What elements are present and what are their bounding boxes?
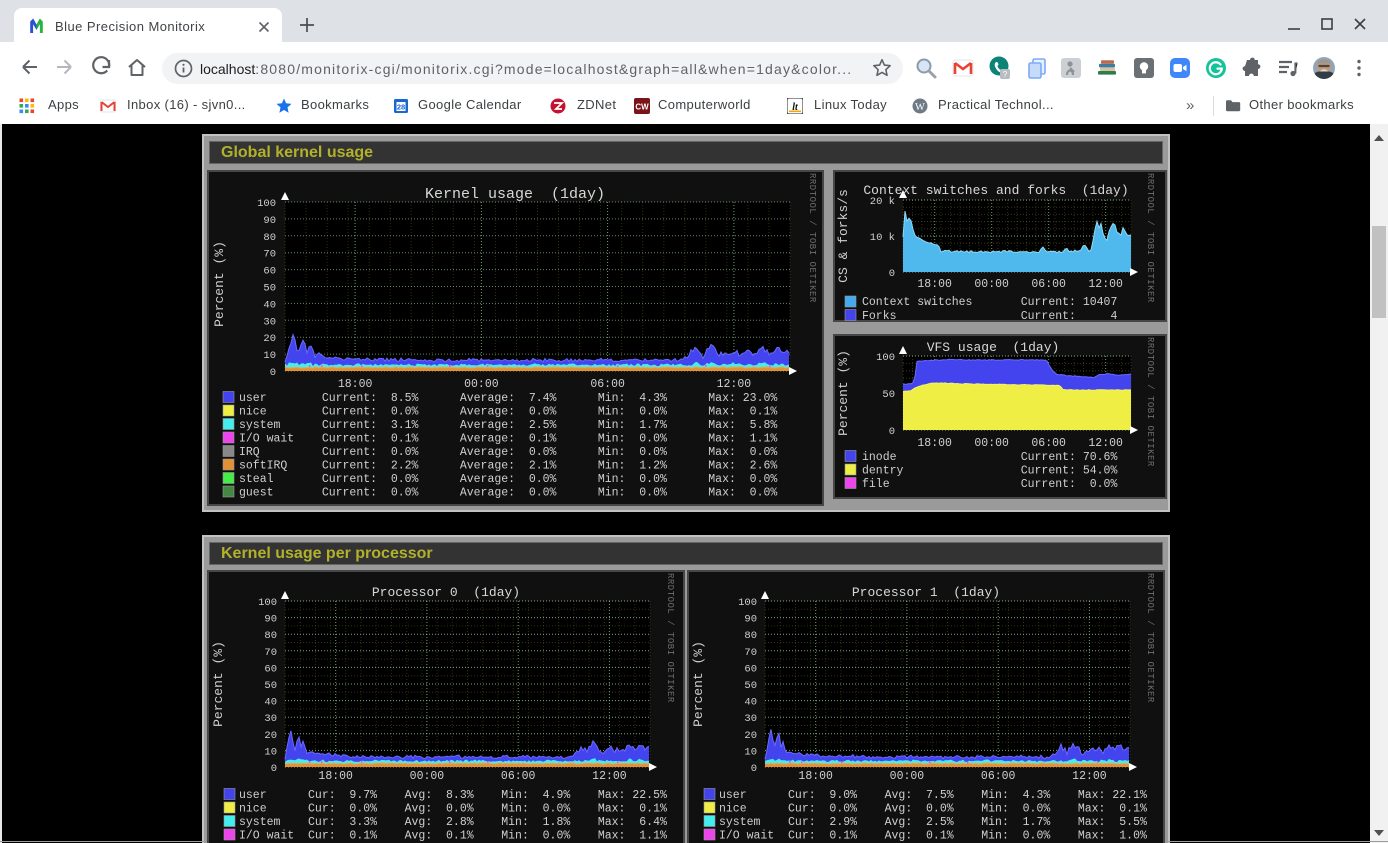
svg-text:18:00: 18:00 [338,378,373,391]
svg-text:inode Current: inode Current: 70.6% [862,451,1117,464]
svg-text:30: 30 [744,713,757,725]
svg-text:50: 50 [264,680,277,692]
svg-text:00:00: 00:00 [464,378,499,391]
svg-text:06:00: 06:00 [501,770,536,783]
svg-text:100: 100 [876,352,895,364]
svg-text:nice Current: 0.0%: nice Current: 0.0% Average: 0.0% Min: 0.… [239,406,777,419]
svg-text:50: 50 [882,389,895,401]
svg-text:60: 60 [744,663,757,675]
svg-text:12:00: 12:00 [1088,278,1123,291]
svg-text:Kernel usage (1day): Kernel usage (1day) [425,186,605,203]
svg-text:CW: CW [635,103,649,112]
svg-text:Percent (%): Percent (%) [212,241,227,327]
svg-text:VFS usage (1day): VFS usage (1day) [927,340,1060,355]
svg-text:50: 50 [263,283,276,295]
svg-text:00:00: 00:00 [410,770,445,783]
svg-text:RRDTOOL / TOBI OETIKER: RRDTOOL / TOBI OETIKER [807,173,817,303]
svg-text:system Cur: 3.3% Avg:: system Cur: 3.3% Avg: 2.8% Min: 1.8% Max… [239,816,667,829]
svg-text:90: 90 [744,614,757,626]
svg-text:RRDTOOL / TOBI OETIKER: RRDTOOL / TOBI OETIKER [1145,573,1155,703]
svg-text:0: 0 [889,268,895,280]
svg-text:softIRQ Current: 2.2%: softIRQ Current: 2.2% Average: 2.1% Min:… [239,460,777,473]
svg-text:80: 80 [744,630,757,642]
svg-text:Percent (%): Percent (%) [211,641,226,727]
svg-text:0: 0 [270,367,276,379]
svg-text:12:00: 12:00 [1072,770,1107,783]
svg-text:dentry Current: dentry Current: 54.0% [862,465,1117,478]
svg-text:Percent (%): Percent (%) [836,350,851,436]
svg-text:0: 0 [271,763,277,775]
svg-text:CS & forks/s: CS & forks/s [836,189,851,283]
svg-text:12:00: 12:00 [1088,437,1123,450]
svg-text:10 k: 10 k [870,232,895,244]
svg-text:90: 90 [263,215,276,227]
svg-text:06:00: 06:00 [981,770,1016,783]
svg-text:20 k: 20 k [870,196,895,208]
svg-text:18:00: 18:00 [798,770,833,783]
svg-text:60: 60 [263,266,276,278]
svg-text:12:00: 12:00 [592,770,627,783]
svg-text:Context switches and forks (1: Context switches and forks (1day) [863,183,1128,198]
svg-text:user Cur: 9.7% Avg:: user Cur: 9.7% Avg: 8.3% Min: 4.9% Max: … [239,789,667,802]
svg-text:file Current: file Current: 0.0% [862,478,1117,491]
svg-text:06:00: 06:00 [1031,278,1066,291]
svg-text:28: 28 [397,103,405,112]
svg-text:20: 20 [263,333,276,345]
svg-text:18:00: 18:00 [917,278,952,291]
svg-text:80: 80 [263,232,276,244]
svg-text:I/O wait Current: 0.1%: I/O wait Current: 0.1% Average: 0.1% Min… [239,433,777,446]
svg-text:Percent (%): Percent (%) [691,641,706,727]
svg-text:70: 70 [744,647,757,659]
svg-text:90: 90 [264,614,277,626]
svg-text:10: 10 [263,350,276,362]
svg-text:W: W [915,102,925,113]
svg-text:user Current: 8.5%: user Current: 8.5% Average: 7.4% Min: 4.… [239,392,777,405]
svg-text:20: 20 [744,730,757,742]
svg-text:60: 60 [264,663,277,675]
svg-text:?: ? [1003,70,1008,79]
svg-text:40: 40 [744,697,757,709]
svg-text:50: 50 [744,680,757,692]
svg-text:nice Cur: 0.0% Avg:: nice Cur: 0.0% Avg: 0.0% Min: 0.0% Max: … [719,803,1147,816]
svg-text:IRQ Current: 0.0%: IRQ Current: 0.0% Average: 0.0% Min: 0.0… [239,446,777,459]
svg-text:0: 0 [889,426,895,438]
svg-text:12:00: 12:00 [717,378,752,391]
svg-text:system Current: 3.1%: system Current: 3.1% Average: 2.5% Min: … [239,419,777,432]
svg-text:10: 10 [264,746,277,758]
svg-text:Context switches Current: Context switches Current: 10407 [862,296,1117,309]
svg-text:30: 30 [264,713,277,725]
svg-text:Forks Current: Forks Current: 4 [862,310,1117,322]
svg-text:0: 0 [751,763,757,775]
svg-text:guest Current: 0.0%: guest Current: 0.0% Average: 0.0% Min: 0… [239,487,777,500]
svg-text:100: 100 [258,597,277,609]
svg-text:30: 30 [263,316,276,328]
svg-text:user Cur: 9.0% Avg:: user Cur: 9.0% Avg: 7.5% Min: 4.3% Max: … [719,789,1147,802]
svg-text:06:00: 06:00 [1031,437,1066,450]
svg-text:nice Cur: 0.0% Avg:: nice Cur: 0.0% Avg: 0.0% Min: 0.0% Max: … [239,803,667,816]
svg-text:RRDTOOL / TOBI OETIKER: RRDTOOL / TOBI OETIKER [665,573,675,703]
svg-text:18:00: 18:00 [917,437,952,450]
svg-text:20: 20 [264,730,277,742]
svg-text:10: 10 [744,746,757,758]
svg-text:system Cur: 2.9% Avg:: system Cur: 2.9% Avg: 2.5% Min: 1.7% Max… [719,816,1147,829]
svg-text:steal Current: 0.0%: steal Current: 0.0% Average: 0.0% Min: 0… [239,473,777,486]
svg-text:00:00: 00:00 [974,437,1009,450]
svg-text:RRDTOOL / TOBI OETIKER: RRDTOOL / TOBI OETIKER [1145,337,1155,467]
svg-text:40: 40 [263,299,276,311]
svg-text:80: 80 [264,630,277,642]
svg-text:70: 70 [263,249,276,261]
svg-text:70: 70 [264,647,277,659]
svg-text:RRDTOOL / TOBI OETIKER: RRDTOOL / TOBI OETIKER [1145,173,1155,303]
svg-text:18:00: 18:00 [318,770,353,783]
svg-text:00:00: 00:00 [974,278,1009,291]
svg-text:100: 100 [257,198,276,210]
svg-text:06:00: 06:00 [590,378,625,391]
svg-text:I/O wait Cur: 0.1% Avg:: I/O wait Cur: 0.1% Avg: 0.1% Min: 0.0% M… [239,830,667,843]
svg-text:40: 40 [264,697,277,709]
svg-text:Processor 1 (1day): Processor 1 (1day) [852,585,1000,600]
svg-text:100: 100 [738,597,757,609]
svg-text:I/O wait Cur: 0.1% Avg:: I/O wait Cur: 0.1% Avg: 0.1% Min: 0.0% M… [719,830,1147,843]
svg-text:00:00: 00:00 [890,770,925,783]
svg-text:Processor 0 (1day): Processor 0 (1day) [372,585,520,600]
